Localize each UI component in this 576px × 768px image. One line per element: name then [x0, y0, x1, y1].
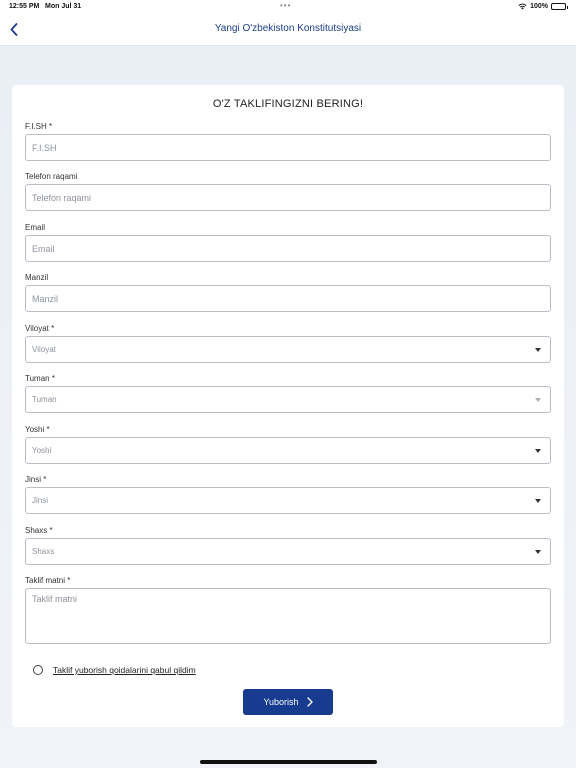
- region-placeholder: Viloyat: [32, 345, 56, 354]
- email-placeholder: Email: [32, 243, 55, 254]
- wifi-icon: [518, 3, 527, 10]
- fish-placeholder: F.I.SH: [32, 142, 57, 153]
- suggestion-form-card: O'Z TAKLIFINGIZNI BERING! F.I.SH * F.I.S…: [12, 85, 564, 727]
- region-select[interactable]: Viloyat: [25, 336, 551, 363]
- agree-radio[interactable]: [33, 665, 43, 675]
- phone-input[interactable]: Telefon raqami: [25, 184, 551, 211]
- address-placeholder: Manzil: [32, 293, 59, 304]
- district-field: Tuman * Tuman: [25, 374, 551, 413]
- submit-label: Yuborish: [263, 697, 299, 707]
- address-field: Manzil Manzil: [25, 273, 551, 312]
- navigation-bar: Yangi O'zbekiston Konstitutsiyasi: [0, 14, 576, 46]
- caret-down-icon: [535, 499, 541, 503]
- person-type-placeholder: Shaxs: [32, 547, 55, 556]
- age-select[interactable]: Yoshi: [25, 437, 551, 464]
- person-type-select[interactable]: Shaxs: [25, 538, 551, 565]
- agree-rules-row[interactable]: Taklif yuborish qoidalarini qabul qildim: [33, 664, 196, 676]
- gender-placeholder: Jinsi: [32, 496, 49, 505]
- form-title: O'Z TAKLIFINGIZNI BERING!: [212, 98, 364, 110]
- suggestion-text-label: Taklif matni *: [25, 576, 71, 585]
- age-field: Yoshi * Yoshi: [25, 425, 551, 464]
- phone-label: Telefon raqami: [25, 172, 78, 181]
- home-indicator[interactable]: [200, 760, 377, 764]
- submit-button[interactable]: Yuborish: [243, 689, 333, 715]
- caret-down-icon: [535, 550, 541, 554]
- gender-select[interactable]: Jinsi: [25, 487, 551, 514]
- caret-down-icon: [535, 348, 541, 352]
- agree-rules-link[interactable]: Taklif yuborish qoidalarini qabul qildim: [53, 665, 196, 675]
- status-bar: 12:55 PM Mon Jul 31 ••• 100%: [0, 0, 576, 14]
- region-field: Viloyat * Viloyat: [25, 324, 551, 363]
- page-title: Yangi O'zbekiston Konstitutsiyasi: [214, 23, 362, 34]
- address-input[interactable]: Manzil: [25, 285, 551, 312]
- fish-label: F.I.SH *: [25, 122, 53, 131]
- caret-down-icon: [535, 449, 541, 453]
- status-time: 12:55 PM: [9, 3, 40, 10]
- phone-placeholder: Telefon raqami: [32, 192, 92, 203]
- multitasking-dots-icon[interactable]: •••: [280, 1, 291, 10]
- chevron-right-icon: [306, 697, 313, 707]
- phone-field: Telefon raqami Telefon raqami: [25, 172, 551, 211]
- suggestion-textarea[interactable]: Taklif matni: [25, 588, 551, 644]
- district-label: Tuman *: [25, 374, 55, 383]
- gender-field: Jinsi * Jinsi: [25, 475, 551, 514]
- battery-icon: [551, 3, 568, 10]
- address-label: Manzil: [25, 273, 49, 282]
- fish-input[interactable]: F.I.SH: [25, 134, 551, 161]
- email-field: Email Email: [25, 223, 551, 262]
- age-label: Yoshi *: [25, 425, 50, 434]
- region-label: Viloyat *: [25, 324, 55, 333]
- person-type-field: Shaxs * Shaxs: [25, 526, 551, 565]
- person-type-label: Shaxs *: [25, 526, 53, 535]
- email-label: Email: [25, 223, 46, 232]
- status-indicators: 100%: [518, 3, 568, 10]
- district-select[interactable]: Tuman: [25, 386, 551, 413]
- suggestion-text-field: Taklif matni * Taklif matni: [25, 576, 551, 644]
- status-date: Mon Jul 31: [45, 3, 82, 10]
- age-placeholder: Yoshi: [32, 446, 52, 455]
- district-placeholder: Tuman: [32, 395, 57, 404]
- caret-down-icon: [535, 398, 541, 402]
- suggestion-placeholder: Taklif matni: [32, 594, 78, 604]
- battery-percent: 100%: [530, 3, 548, 10]
- email-input[interactable]: Email: [25, 235, 551, 262]
- gender-label: Jinsi *: [25, 475, 47, 484]
- fish-field: F.I.SH * F.I.SH: [25, 122, 551, 161]
